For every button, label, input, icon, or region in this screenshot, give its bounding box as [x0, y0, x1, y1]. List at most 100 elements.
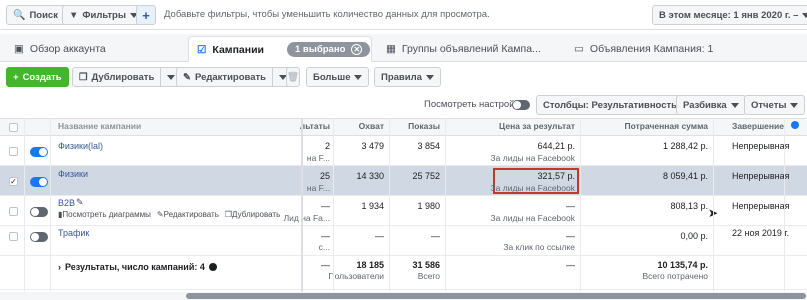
totals-reach-sub: Пользователи [328, 271, 384, 281]
end-value: 22 ноя 2019 г. [732, 228, 790, 238]
results-value: — [321, 231, 330, 241]
select-all-checkbox[interactable] [9, 123, 18, 132]
row-checkbox[interactable] [9, 232, 18, 241]
tab-account-overview[interactable]: ▣ Обзор аккаунта [6, 36, 114, 62]
reports-label: Отчеты [751, 99, 787, 111]
view-settings-toggle[interactable] [512, 100, 530, 110]
totals-impressions: 31 586 [412, 260, 440, 270]
filters-button[interactable]: ▼ Фильтры [62, 5, 145, 25]
duplicate-button[interactable]: ❐ Дублировать [72, 67, 183, 87]
cost-value: 321,57 р. [537, 171, 575, 181]
rules-label: Правила [381, 71, 422, 83]
campaign-name[interactable]: Трафик [58, 228, 89, 238]
end-value: Непрерывная [732, 141, 790, 151]
cost-value: — [566, 231, 575, 241]
tab-ads[interactable]: ▭ Объявления Кампания: 1 [566, 36, 721, 62]
close-icon[interactable]: ✕ [351, 44, 363, 55]
more-label: Больше [313, 71, 351, 83]
impressions-value: 3 854 [417, 141, 440, 151]
tab-campaigns[interactable]: ☑ Кампании 1 выбрано ✕ [188, 36, 372, 63]
row-checkbox[interactable] [9, 207, 18, 216]
campaign-toggle[interactable] [30, 147, 48, 157]
action-toolbar: + Создать ❐ Дублировать ✎ Редактировать … [0, 62, 807, 92]
edit-button[interactable]: ✎ Редактировать [176, 67, 295, 87]
header-name[interactable]: Название кампании [58, 121, 238, 131]
reach-value: 1 934 [361, 201, 384, 211]
tab-adsets[interactable]: ▦ Группы объявлений Кампа... [378, 36, 549, 62]
tab-label: Группы объявлений Кампа... [401, 43, 541, 55]
row-checkbox-checked[interactable]: ✓ [9, 177, 18, 186]
pencil-icon[interactable]: ✎ [76, 197, 84, 208]
view-bar: Посмотреть настройки Столбцы: Результати… [0, 92, 807, 118]
cost-sub: За лиды на Facebook [490, 183, 575, 193]
selection-badge[interactable]: 1 выбрано ✕ [287, 42, 371, 57]
column-divider [445, 118, 446, 294]
duplicate-link[interactable]: ❐Дублировать [225, 210, 280, 219]
horizontal-scrollbar-thumb[interactable] [186, 293, 806, 299]
filters-label: Фильтры [82, 9, 126, 21]
header-spent[interactable]: Потраченная сумма [590, 121, 708, 131]
column-divider [580, 118, 581, 294]
campaign-toggle[interactable] [30, 207, 48, 217]
selection-count: 1 выбрано [295, 44, 346, 55]
column-divider [24, 118, 25, 294]
ad-icon: ▭ [574, 43, 584, 55]
filter-icon: ▼ [69, 9, 79, 21]
chevron-down-icon [790, 102, 799, 108]
header-cost[interactable]: Цена за результат [470, 121, 575, 131]
view-charts-link[interactable]: ▮Посмотреть диаграммы [58, 210, 151, 219]
totals-spent: 10 135,74 р. [657, 260, 708, 270]
spent-value: 8 059,41 р. [662, 171, 708, 181]
impressions-value: 1 980 [417, 201, 440, 211]
chevron-down-icon [425, 74, 434, 80]
column-divider [333, 118, 334, 294]
results-sub: на F... [306, 153, 330, 163]
results-value: 2 [324, 141, 330, 151]
impressions-value: — [431, 231, 440, 241]
campaign-toggle[interactable] [30, 232, 48, 242]
tab-label: Обзор аккаунта [29, 43, 106, 55]
spent-value: 0,00 р. [680, 231, 708, 241]
reports-button[interactable]: Отчеты [744, 95, 806, 115]
campaign-name[interactable]: Физики [58, 169, 88, 179]
header-end[interactable]: Завершение [732, 121, 788, 131]
breakdown-button[interactable]: Разбивка [676, 95, 746, 115]
results-sub: на F... [306, 183, 330, 193]
folder-icon: ▣ [14, 43, 24, 55]
header-reach[interactable]: Охват [336, 121, 384, 131]
trash-icon[interactable]: 🗑 [286, 67, 300, 87]
columns-button[interactable]: Столбцы: Результативность [536, 95, 697, 115]
header-impressions[interactable]: Показы [392, 121, 440, 131]
action-label: Дублировать [232, 210, 281, 219]
plus-icon: + [13, 71, 19, 83]
info-icon[interactable] [208, 263, 217, 271]
breakdown-label: Разбивка [683, 99, 727, 111]
search-label: Поиск [29, 9, 58, 21]
cost-value: 644,21 р. [537, 141, 575, 151]
date-range-button[interactable]: В этом месяце: 1 янв 2020 г. – [652, 5, 807, 25]
header-results[interactable]: Результаты [300, 121, 330, 131]
column-divider [50, 118, 51, 294]
reach-value: — [375, 231, 384, 241]
create-button[interactable]: + Создать [6, 67, 69, 87]
plus-icon[interactable]: + [136, 5, 156, 25]
grid-icon: ▦ [386, 43, 396, 55]
cost-sub: За лиды на Facebook [490, 153, 575, 163]
edit-link[interactable]: ✎Редактировать [157, 210, 219, 219]
column-divider [389, 118, 390, 294]
totals-label-wrap[interactable]: › Результаты, число кампаний: 4 [58, 262, 217, 272]
rules-button[interactable]: Правила [374, 67, 441, 87]
cost-sub: За лиды на Facebook [490, 213, 575, 223]
campaign-name[interactable]: Физики(lal) [58, 141, 103, 151]
chevron-down-icon [167, 74, 176, 80]
create-label: Создать [22, 71, 62, 83]
totals-impressions-sub: Всего [417, 271, 440, 281]
results-sub: с... [318, 242, 330, 252]
more-button[interactable]: Больше [306, 67, 370, 87]
impressions-value: 25 752 [412, 171, 440, 181]
campaign-name[interactable]: B2B [58, 198, 75, 208]
reach-value: 3 479 [361, 141, 384, 151]
row-checkbox[interactable] [9, 147, 18, 156]
campaign-toggle[interactable] [30, 177, 48, 187]
info-icon[interactable] [791, 121, 799, 129]
